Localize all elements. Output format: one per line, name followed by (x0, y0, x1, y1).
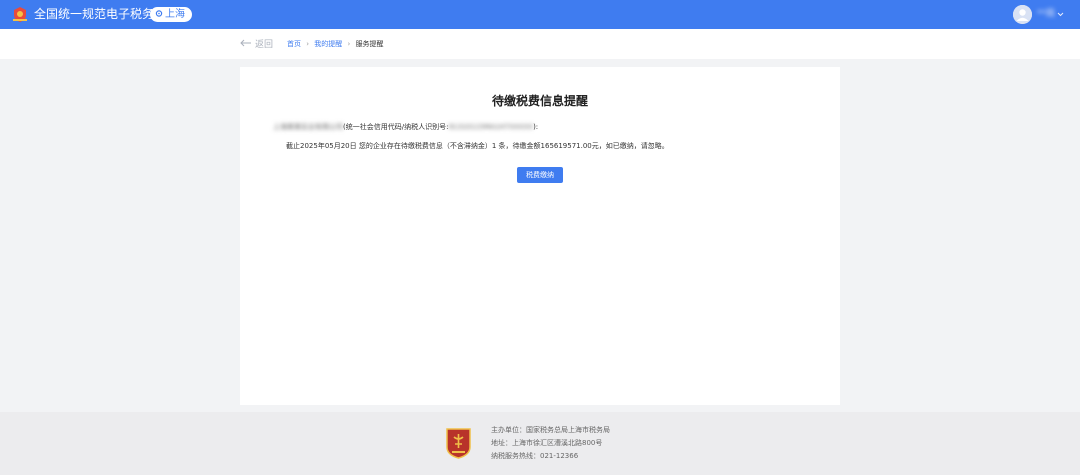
breadcrumb-separator: › (306, 40, 310, 48)
notice-card: 待缴税费信息提醒 上海某某实业有限公司(统一社会信用代码/纳税人识别号:9131… (240, 67, 840, 405)
footer-address: 地址：上海市徐汇区漕溪北路800号 (491, 439, 603, 447)
tax-bureau-emblem-icon (446, 428, 471, 459)
back-button[interactable]: 返回 (240, 39, 273, 51)
breadcrumb-my-reminders[interactable]: 我的提醒 (314, 40, 342, 48)
sub-nav-bar: 返回 首页 › 我的提醒 › 服务提醒 (0, 29, 1080, 59)
location-pin-icon (155, 10, 163, 17)
region-selector[interactable]: 上海 (150, 7, 192, 22)
tax-emblem-icon (13, 7, 27, 22)
notice-body: 截止2025年05月20日 您的企业存在待缴税费信息（不含滞纳金）1 条，待缴金… (286, 142, 669, 150)
breadcrumb: 首页 › 我的提醒 › 服务提醒 (287, 39, 384, 49)
user-avatar-icon (1013, 5, 1032, 24)
footer-info: 主办单位：国家税务总局上海市税务局 地址：上海市徐汇区漕溪北路800号 纳税服务… (491, 424, 610, 463)
breadcrumb-current: 服务提醒 (355, 40, 384, 48)
arrow-left-icon (240, 39, 251, 47)
top-header: 全国统一规范电子税务局 上海 **局 (0, 0, 1080, 29)
breadcrumb-separator: › (347, 40, 351, 48)
footer-hotline: 纳税服务热线：021-12366 (491, 452, 579, 460)
footer-organizer: 主办单位：国家税务总局上海市税务局 (491, 426, 610, 434)
region-label: 上海 (165, 9, 185, 20)
back-label: 返回 (255, 40, 274, 50)
taxpayer-line: 上海某某实业有限公司(统一社会信用代码/纳税人识别号:91310115MA1H7… (273, 122, 538, 132)
site-title[interactable]: 全国统一规范电子税务局 (34, 7, 166, 22)
taxpayer-id-label: (统一社会信用代码/纳税人识别号: (343, 123, 449, 131)
user-name[interactable]: **局 (1037, 8, 1055, 20)
user-avatar[interactable] (1013, 5, 1032, 24)
tax-payment-button[interactable]: 税费缴纳 (517, 167, 563, 183)
taxpayer-name: 上海某某实业有限公司 (273, 123, 343, 131)
taxpayer-id: 91310115MA1H7XXXXX (448, 123, 534, 131)
taxpayer-id-label-end: ): (533, 123, 539, 131)
chevron-down-icon[interactable] (1057, 12, 1064, 17)
breadcrumb-home[interactable]: 首页 (287, 40, 301, 48)
page-title: 待缴税费信息提醒 (491, 94, 588, 108)
footer: 主办单位：国家税务总局上海市税务局 地址：上海市徐汇区漕溪北路800号 纳税服务… (0, 412, 1080, 475)
